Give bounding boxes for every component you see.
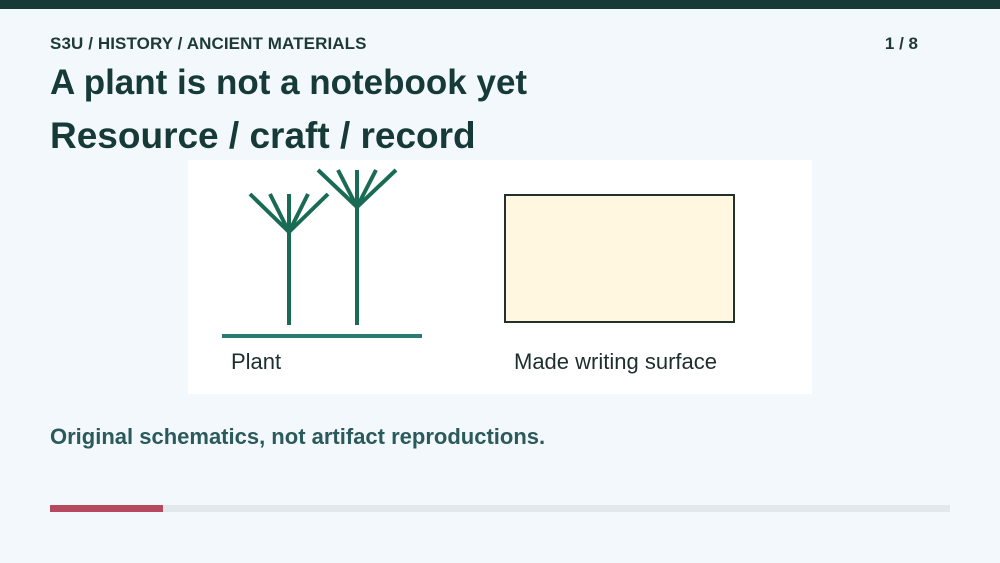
writing-surface <box>504 194 735 323</box>
plant-leaf <box>287 193 310 233</box>
plant-leaf <box>336 169 359 208</box>
top-accent-bar <box>0 0 1000 9</box>
slide-title: A plant is not a notebook yet <box>50 63 528 102</box>
diagram-canvas <box>222 168 735 338</box>
progress-bar <box>50 505 950 512</box>
slide-subtitle: Resource / craft / record <box>50 115 476 156</box>
plant-leaf <box>355 168 398 209</box>
surface-label: Made writing surface <box>514 349 717 374</box>
plant-leaf <box>316 168 359 209</box>
breadcrumb: S3U / HISTORY / ANCIENT MATERIALS <box>50 34 367 53</box>
plant-leaf <box>355 169 378 208</box>
plant-leaf <box>287 192 330 234</box>
plant-leaf <box>268 193 291 233</box>
plant-leaf <box>248 192 291 234</box>
plant-label: Plant <box>231 349 282 374</box>
page-counter: 1 / 8 <box>884 34 918 53</box>
plant-illustration <box>248 168 398 325</box>
diagram-panel: Plant Made writing surface <box>188 160 812 394</box>
progress-fill <box>50 505 163 512</box>
slide-caption: Original schematics, not artifact reprod… <box>50 424 546 449</box>
